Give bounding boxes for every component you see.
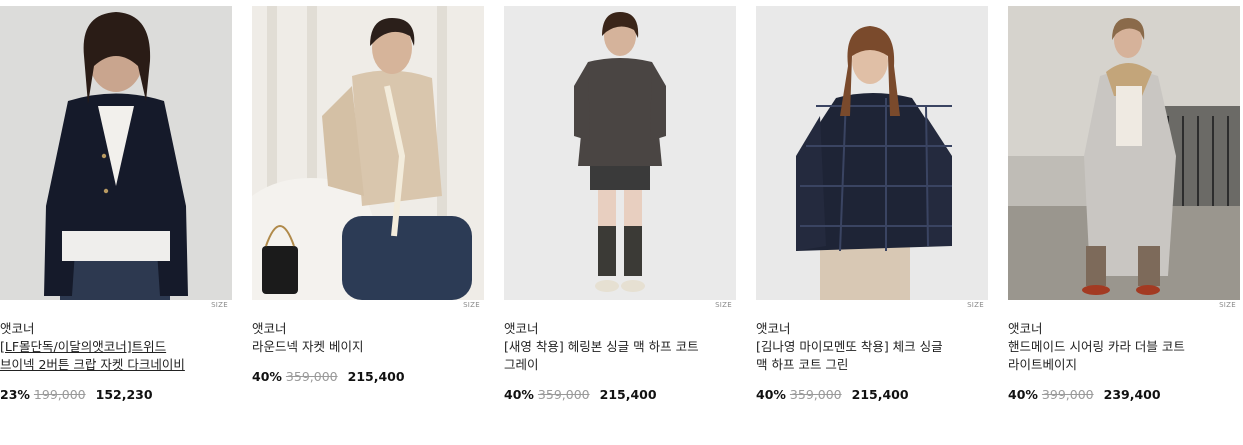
product-image[interactable]: [0, 6, 232, 300]
product-title[interactable]: [LF몰단독/이달의앳코너]트위드 브이넥 2버튼 크랍 자켓 다크네이비: [0, 338, 200, 374]
price-row: 40% 399,000 239,400: [1008, 386, 1161, 404]
size-label[interactable]: SIZE: [211, 301, 228, 309]
product-card[interactable]: SIZE 앳코너 핸드메이드 시어링 카라 더블 코트 라이트베이지 40% 39…: [1008, 0, 1240, 445]
sale-price: 152,230: [95, 387, 153, 402]
product-grid: SIZE 앳코너 [LF몰단독/이달의앳코너]트위드 브이넥 2버튼 크랍 자켓…: [0, 0, 1243, 445]
size-label[interactable]: SIZE: [463, 301, 480, 309]
discount-rate: 40%: [1008, 387, 1038, 402]
original-price: 359,000: [789, 387, 842, 402]
product-title[interactable]: 라운드넥 자켓 베이지: [252, 338, 452, 356]
price-row: 40% 359,000 215,400: [252, 368, 405, 386]
size-label[interactable]: SIZE: [1219, 301, 1236, 309]
product-brand: 앳코너: [1008, 321, 1043, 336]
price-row: 40% 359,000 215,400: [504, 386, 657, 404]
original-price: 359,000: [537, 387, 590, 402]
product-brand: 앳코너: [0, 321, 35, 336]
product-brand: 앳코너: [504, 321, 539, 336]
product-title[interactable]: 핸드메이드 시어링 카라 더블 코트 라이트베이지: [1008, 338, 1208, 374]
product-brand: 앳코너: [756, 321, 791, 336]
product-card[interactable]: SIZE 앳코너 [LF몰단독/이달의앳코너]트위드 브이넥 2버튼 크랍 자켓…: [0, 0, 232, 445]
size-label[interactable]: SIZE: [967, 301, 984, 309]
discount-rate: 23%: [0, 387, 30, 402]
original-price: 199,000: [33, 387, 86, 402]
product-title[interactable]: [김나영 마이모멘또 착용] 체크 싱글 맥 하프 코트 그린: [756, 338, 956, 374]
product-image[interactable]: [756, 6, 988, 300]
product-card[interactable]: SIZE 앳코너 [새영 착용] 헤링본 싱글 맥 하프 코트 그레이 40% 3…: [504, 0, 736, 445]
discount-rate: 40%: [252, 369, 282, 384]
sale-price: 215,400: [851, 387, 909, 402]
sale-price: 215,400: [599, 387, 657, 402]
price-row: 40% 359,000 215,400: [756, 386, 909, 404]
product-brand: 앳코너: [252, 321, 287, 336]
product-title[interactable]: [새영 착용] 헤링본 싱글 맥 하프 코트 그레이: [504, 338, 704, 374]
original-price: 359,000: [285, 369, 338, 384]
discount-rate: 40%: [756, 387, 786, 402]
product-image[interactable]: [1008, 6, 1240, 300]
discount-rate: 40%: [504, 387, 534, 402]
price-row: 23% 199,000 152,230: [0, 386, 153, 404]
product-image[interactable]: [504, 6, 736, 300]
product-image[interactable]: [252, 6, 484, 300]
size-label[interactable]: SIZE: [715, 301, 732, 309]
sale-price: 215,400: [347, 369, 405, 384]
sale-price: 239,400: [1103, 387, 1161, 402]
product-card[interactable]: SIZE 앳코너 라운드넥 자켓 베이지 40% 359,000 215,400: [252, 0, 484, 445]
product-card[interactable]: SIZE 앳코너 [김나영 마이모멘또 착용] 체크 싱글 맥 하프 코트 그린…: [756, 0, 988, 445]
original-price: 399,000: [1041, 387, 1094, 402]
